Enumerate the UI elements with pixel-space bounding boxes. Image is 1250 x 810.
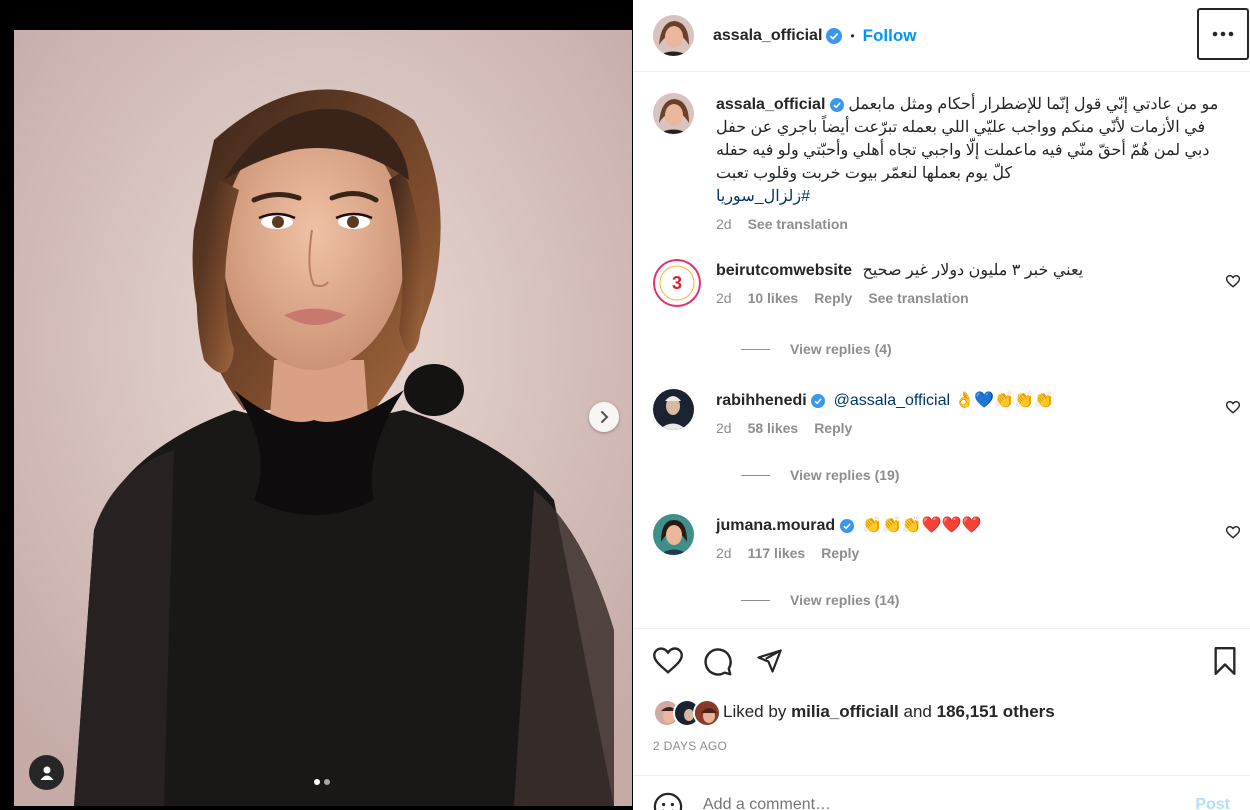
comment-input[interactable] [703,796,1123,810]
tagged-users-button[interactable] [29,755,64,790]
caption-hashtag[interactable]: #زلزال_سوريا [716,188,810,205]
verified-badge-icon [811,393,826,408]
caption-username[interactable]: assala_official [716,96,825,113]
verified-badge-icon [826,27,843,44]
likes-user-link[interactable]: milia_officiall [791,702,899,722]
comment-meta: 2d 58 likes Reply [716,420,1222,436]
comment-reply-button[interactable]: Reply [821,545,859,561]
more-options-button[interactable] [1197,8,1249,60]
comment-text: 👌💙👏👏👏 [954,392,1055,409]
share-send-icon[interactable] [754,647,784,675]
post-actions-section: Liked by milia_officiall and 186,151 oth… [633,628,1250,810]
view-replies-button[interactable]: View replies (4) [741,341,892,357]
verified-badge-icon [839,518,854,533]
user-icon [40,766,53,780]
comment-likes[interactable]: 117 likes [748,545,806,561]
likes-and: and [903,702,932,721]
comment-icon[interactable] [703,647,733,677]
verified-badge-icon [829,97,844,112]
comment-meta: 2d 10 likes Reply See translation [716,290,1222,306]
post-side-panel: assala_official • Follow assala_official… [633,0,1250,810]
like-comment-heart-icon[interactable] [1226,526,1240,539]
likes-summary: Liked by milia_officiall and 186,151 oth… [653,699,1055,727]
caption-author-avatar[interactable] [653,93,694,134]
commenter-avatar[interactable] [653,389,694,430]
commenter-username[interactable]: beirutcomwebsite [716,262,852,279]
add-comment-bar: Post [633,775,1250,810]
post-photo[interactable] [14,30,632,806]
comment-likes[interactable]: 10 likes [748,290,799,306]
post-media-panel [0,0,633,810]
comment-reply-button[interactable]: Reply [814,290,852,306]
comment-see-translation[interactable]: See translation [868,290,968,306]
comment-time: 2d [716,420,732,436]
caption-time: 2d [716,216,732,232]
author-avatar[interactable] [653,15,694,56]
caption-meta: 2d See translation [716,216,1222,232]
comment-likes[interactable]: 58 likes [748,420,799,436]
bookmark-icon[interactable] [1212,647,1238,675]
comment-text: 👏👏👏❤️❤️❤️ [862,517,982,534]
post-comment-button[interactable]: Post [1195,796,1230,810]
likes-others-link[interactable]: 186,151 others [937,702,1055,722]
likers-avatar-stack[interactable] [653,699,721,727]
comment-reply-button[interactable]: Reply [814,420,852,436]
comment-time: 2d [716,545,732,561]
action-bar [653,647,1238,677]
post-timestamp: 2 DAYS AGO [653,739,728,753]
view-replies-label: View replies (4) [790,341,892,357]
like-heart-icon[interactable] [653,647,683,675]
view-replies-label: View replies (19) [790,467,900,483]
view-replies-label: View replies (14) [790,592,900,608]
chevron-right-icon [601,411,609,423]
more-horizontal-icon [1212,31,1234,37]
author-username[interactable]: assala_official [713,27,822,45]
commenter-username[interactable]: rabihhenedi [716,392,807,409]
commenter-username[interactable]: jumana.mourad [716,517,835,534]
header-separator: • [850,28,855,43]
view-replies-button[interactable]: View replies (14) [741,592,899,608]
caption-text-block: assala_official مو من عادتي إنّي قول إنّ… [716,93,1222,208]
likes-prefix: Liked by [723,702,787,721]
carousel-next-button[interactable] [589,402,619,432]
follow-button[interactable]: Follow [863,26,917,46]
comment-mention[interactable]: @assala_official [834,392,950,409]
comment-time: 2d [716,290,732,306]
comment-text: يعني خبر ٣ مليون دولار غير صحيح [862,262,1084,279]
replies-divider [741,348,770,350]
liker-avatar [693,699,721,727]
view-replies-button[interactable]: View replies (19) [741,467,899,483]
comments-list[interactable]: assala_official مو من عادتي إنّي قول إنّ… [633,73,1250,628]
post-header: assala_official • Follow [633,0,1250,72]
replies-divider [741,474,770,476]
carousel-dot-active [314,779,320,785]
emoji-icon[interactable] [653,792,683,810]
like-comment-heart-icon[interactable] [1226,275,1240,288]
replies-divider [741,599,770,601]
svg-text:3: 3 [672,273,682,293]
caption-see-translation[interactable]: See translation [748,216,848,232]
commenter-avatar[interactable]: 3 [653,259,701,307]
carousel-dot [324,779,330,785]
commenter-avatar[interactable] [653,514,694,555]
carousel-indicator [314,779,330,785]
comment-meta: 2d 117 likes Reply [716,545,1222,561]
like-comment-heart-icon[interactable] [1226,401,1240,414]
